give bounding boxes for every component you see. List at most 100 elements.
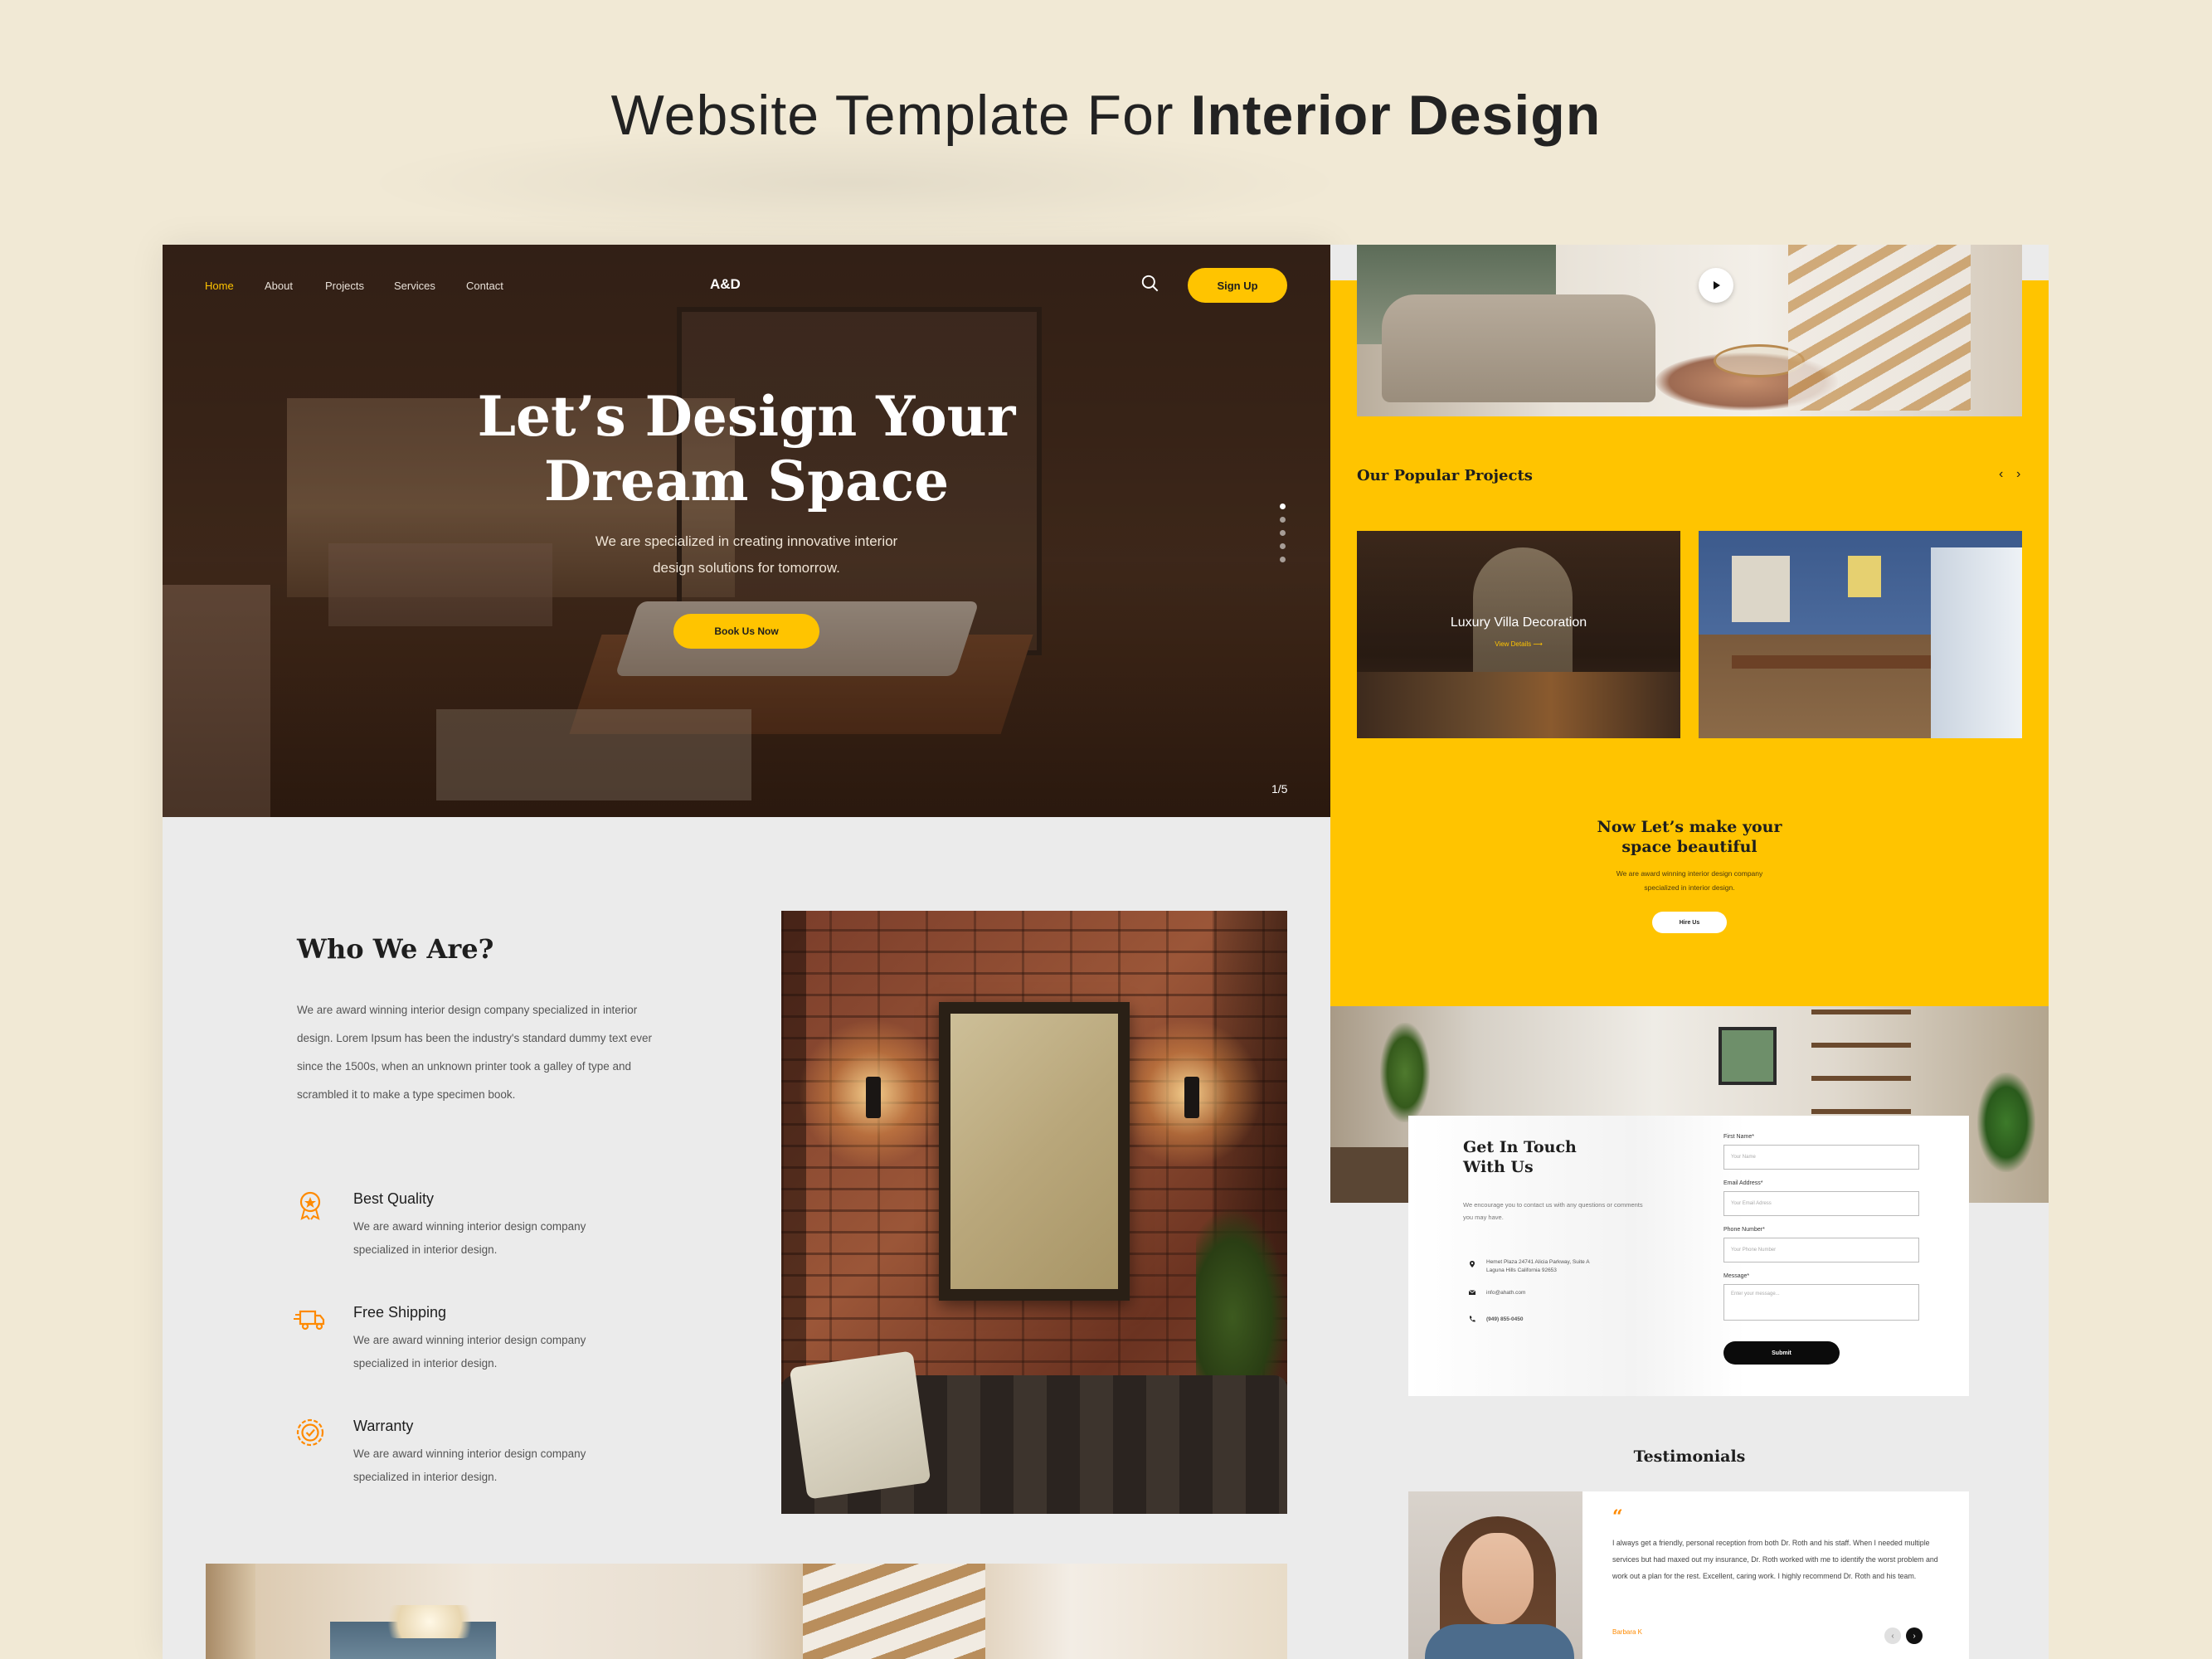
about-paragraph: We are award winning interior design com… bbox=[297, 996, 728, 1109]
view-details-link[interactable]: View Details ⟶ bbox=[1357, 640, 1680, 648]
site-logo[interactable]: A&D bbox=[710, 276, 741, 293]
bookshelf bbox=[1811, 1006, 1911, 1114]
project-card[interactable]: Luxury Villa Decoration View Details ⟶ bbox=[1357, 531, 1680, 738]
slider-dot-active[interactable] bbox=[1280, 504, 1286, 509]
testimonial-author: Barbara K bbox=[1612, 1628, 1643, 1636]
framed-art bbox=[1719, 1027, 1777, 1085]
plant bbox=[1977, 1073, 2035, 1172]
hero-subtitle: We are specialized in creating innovativ… bbox=[163, 528, 1330, 581]
hero-subtitle-line1: We are specialized in creating innovativ… bbox=[595, 533, 898, 549]
project-card[interactable] bbox=[1699, 531, 2022, 738]
message-label: Message* bbox=[1723, 1273, 1750, 1279]
interior-preview-image bbox=[206, 1564, 1287, 1659]
card-furniture bbox=[1357, 672, 1680, 738]
slide-counter: 1/5 bbox=[1271, 782, 1288, 795]
quote-icon: “ bbox=[1612, 1506, 1623, 1528]
signup-button[interactable]: Sign Up bbox=[1188, 268, 1287, 303]
homepage-mockup: Home About Projects Services Contact A&D… bbox=[163, 245, 1330, 1659]
avatar-jacket bbox=[1425, 1624, 1574, 1659]
slider-dot[interactable] bbox=[1280, 557, 1286, 562]
slider-dot[interactable] bbox=[1280, 530, 1286, 536]
award-badge-icon bbox=[299, 1191, 321, 1220]
feature-title: Warranty bbox=[353, 1418, 414, 1434]
contact-heading-line: With Us bbox=[1463, 1158, 1534, 1176]
nav-contact[interactable]: Contact bbox=[466, 280, 503, 292]
thumb-sofa bbox=[1382, 294, 1655, 402]
card-desk bbox=[1732, 655, 1931, 669]
project-card-title: Luxury Villa Decoration bbox=[1450, 615, 1587, 630]
showcase-title: Website Template For Interior Design bbox=[0, 83, 2212, 148]
book-us-now-button[interactable]: Book Us Now bbox=[673, 614, 819, 649]
feature-description-line: specialized in interior design. bbox=[353, 1357, 498, 1370]
cta-heading-line: Now Let’s make your bbox=[1597, 818, 1782, 836]
nav-home[interactable]: Home bbox=[205, 280, 234, 292]
projects-heading: Our Popular Projects bbox=[1357, 467, 1533, 484]
contact-email[interactable]: info@ahath.com bbox=[1486, 1289, 1525, 1297]
play-button[interactable] bbox=[1699, 268, 1733, 303]
card-wall-art bbox=[1732, 556, 1790, 622]
feature-description: We are award winning interior design com… bbox=[353, 1215, 586, 1262]
cta-heading-line: space beautiful bbox=[1621, 838, 1757, 856]
projects-mockup: Our Popular Projects ‹ › Luxury Villa De… bbox=[1330, 245, 2049, 1659]
nav-about[interactable]: About bbox=[265, 280, 293, 292]
feature-description-line: We are award winning interior design com… bbox=[353, 1447, 586, 1460]
contact-address: Hemet Plaza 24741 Alicia Parkway, Suite … bbox=[1486, 1258, 1590, 1275]
phone-input[interactable]: Your Phone Number bbox=[1723, 1238, 1919, 1262]
contact-heading-line: Get In Touch bbox=[1463, 1138, 1577, 1156]
warranty-gear-icon bbox=[296, 1418, 324, 1447]
first-name-input[interactable]: Your Name bbox=[1723, 1145, 1919, 1170]
video-thumbnail[interactable] bbox=[1357, 245, 2022, 416]
location-pin-icon bbox=[1470, 1261, 1475, 1267]
hero-heading: Let’s Design Your Dream Space bbox=[163, 384, 1330, 513]
cta-description-line: specialized in interior design. bbox=[1644, 883, 1735, 892]
throw-blanket bbox=[789, 1350, 931, 1500]
avatar bbox=[1408, 1491, 1582, 1659]
nav-projects[interactable]: Projects bbox=[325, 280, 364, 292]
title-bold-text: Interior Design bbox=[1190, 84, 1602, 147]
delivery-truck-icon bbox=[294, 1310, 325, 1331]
cta-description: We are award winning interior design com… bbox=[1330, 867, 2049, 895]
play-icon bbox=[1714, 281, 1720, 289]
testimonial-prev-button[interactable]: ‹ bbox=[1884, 1627, 1901, 1644]
nav-services[interactable]: Services bbox=[394, 280, 435, 292]
thumb-staircase bbox=[1788, 245, 1971, 411]
feature-description-line: We are award winning interior design com… bbox=[353, 1334, 586, 1346]
projects-prev-arrow[interactable]: ‹ bbox=[1999, 467, 2003, 482]
feature-description: We are award winning interior design com… bbox=[353, 1329, 586, 1375]
testimonial-next-button[interactable]: › bbox=[1906, 1627, 1923, 1644]
cta-heading: Now Let’s make your space beautiful bbox=[1330, 817, 2049, 857]
email-label: Email Address* bbox=[1723, 1180, 1763, 1186]
about-heading: Who We Are? bbox=[297, 933, 494, 965]
slider-dot[interactable] bbox=[1280, 543, 1286, 549]
first-name-label: First Name* bbox=[1723, 1134, 1754, 1140]
hero-heading-line1: Let’s Design Your bbox=[477, 384, 1016, 449]
contact-heading: Get In Touch With Us bbox=[1463, 1137, 1577, 1177]
cta-description-line: We are award winning interior design com… bbox=[1616, 869, 1763, 878]
wall-lamp bbox=[866, 1077, 881, 1118]
brick-wall-interior-image bbox=[781, 911, 1287, 1514]
phone-icon bbox=[1469, 1316, 1475, 1322]
about-paragraph-line: since the 1500s, when an unknown printer… bbox=[297, 1060, 632, 1073]
email-input[interactable]: Your Email Adress bbox=[1723, 1191, 1919, 1216]
testimonials-heading: Testimonials bbox=[1633, 1447, 1746, 1466]
testimonial-text: I always get a friendly, personal recept… bbox=[1612, 1539, 1938, 1580]
search-icon[interactable] bbox=[1140, 273, 1161, 294]
address-line: Laguna Hills California 92653 bbox=[1486, 1267, 1557, 1273]
message-textarea[interactable]: Enter your message... bbox=[1723, 1284, 1919, 1321]
hero-heading-line2: Dream Space bbox=[543, 449, 950, 513]
feature-description: We are award winning interior design com… bbox=[353, 1443, 586, 1489]
slider-dot[interactable] bbox=[1280, 517, 1286, 523]
submit-button[interactable]: Submit bbox=[1723, 1341, 1840, 1365]
contact-phone[interactable]: (949) 855-0450 bbox=[1486, 1316, 1523, 1324]
phone-label: Phone Number* bbox=[1723, 1227, 1765, 1233]
projects-next-arrow[interactable]: › bbox=[2016, 467, 2020, 482]
hire-us-button[interactable]: Hire Us bbox=[1652, 912, 1727, 933]
chandelier bbox=[380, 1605, 479, 1638]
testimonial-card: “ I always get a friendly, personal rece… bbox=[1408, 1491, 1969, 1659]
curtain bbox=[206, 1564, 255, 1659]
plant bbox=[1380, 1023, 1430, 1122]
feature-description-line: We are award winning interior design com… bbox=[353, 1220, 586, 1233]
card-window bbox=[1931, 547, 2022, 738]
card-wall-art bbox=[1848, 556, 1881, 597]
title-regular-text: Website Template For bbox=[610, 84, 1191, 147]
